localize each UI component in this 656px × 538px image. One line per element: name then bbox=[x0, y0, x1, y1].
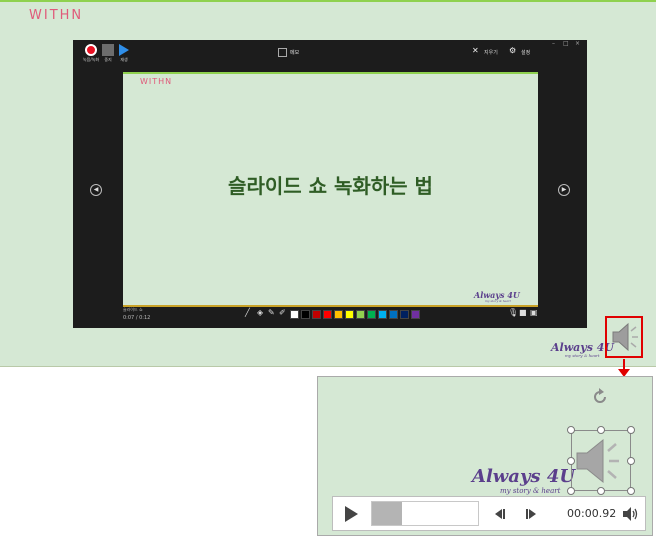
settings-label[interactable]: 설정 bbox=[521, 49, 530, 56]
media-control-bar: 00:00.92 bbox=[332, 496, 646, 531]
speaker-icon[interactable] bbox=[573, 434, 631, 488]
always4u-logo: Always 4U bbox=[472, 466, 576, 487]
withn-logo: WITHN bbox=[29, 8, 84, 23]
pen-color-swatch[interactable] bbox=[356, 310, 365, 319]
pen-color-swatch[interactable] bbox=[389, 310, 398, 319]
pen-color-swatch[interactable] bbox=[367, 310, 376, 319]
minimize-button[interactable]: – bbox=[552, 40, 555, 47]
slide-title: 슬라이드 쇼 녹화하는 법 bbox=[228, 174, 433, 198]
pen-color-swatch[interactable] bbox=[345, 310, 354, 319]
microphone-icon[interactable]: 🎙 bbox=[508, 308, 518, 317]
clear-label[interactable]: 지우기 bbox=[484, 49, 498, 56]
audio-icon-highlight[interactable] bbox=[605, 316, 643, 358]
recording-window: 녹음/녹화 중지 재생 메모 ✕ 지우기 ⚙ 설정 – □ × WITHN 슬라… bbox=[73, 40, 587, 328]
pen-color-swatch[interactable] bbox=[290, 310, 299, 319]
speaker-icon[interactable] bbox=[607, 318, 641, 356]
pen-color-swatch[interactable] bbox=[411, 310, 420, 319]
skip-back-icon[interactable] bbox=[491, 506, 507, 522]
progress-track[interactable] bbox=[371, 501, 479, 526]
play-icon bbox=[119, 44, 129, 56]
slide-status-label: 슬라이드 쇼 bbox=[123, 307, 143, 312]
eraser-icon[interactable]: ◈ bbox=[257, 308, 263, 317]
resize-handle[interactable] bbox=[597, 426, 605, 434]
zoomed-audio-panel: Always 4U my story & heart 00:00.92 bbox=[317, 376, 653, 536]
pen-color-swatch[interactable] bbox=[400, 310, 409, 319]
record-icon bbox=[85, 44, 98, 56]
resize-handle[interactable] bbox=[567, 426, 575, 434]
play-icon[interactable] bbox=[342, 505, 360, 523]
stop-button[interactable]: 중지 bbox=[102, 44, 114, 63]
next-slide-button[interactable]: ▶ bbox=[558, 184, 570, 196]
notes-label[interactable]: 메모 bbox=[290, 49, 299, 56]
brand-tagline: my story & heart bbox=[565, 353, 600, 358]
settings-icon[interactable]: ⚙ bbox=[509, 46, 516, 55]
play-button[interactable]: 재생 bbox=[119, 44, 129, 63]
rotate-handle-icon[interactable] bbox=[590, 387, 610, 407]
close-button[interactable]: × bbox=[575, 40, 580, 47]
volume-icon[interactable] bbox=[622, 506, 640, 522]
media-time: 00:00.92 bbox=[567, 507, 617, 520]
highlighter-icon[interactable]: ✐ bbox=[279, 308, 286, 317]
recorder-toolbar: 녹음/녹화 중지 재생 메모 ✕ 지우기 ⚙ 설정 – □ × bbox=[73, 40, 587, 70]
slide-preview: WITHN 슬라이드 쇼 녹화하는 법 Always 4U my story &… bbox=[123, 72, 538, 307]
camera-icon[interactable]: ■ bbox=[519, 308, 527, 317]
resize-handle[interactable] bbox=[567, 487, 575, 495]
notes-icon[interactable] bbox=[278, 48, 287, 57]
clear-icon[interactable]: ✕ bbox=[472, 46, 479, 55]
laser-pointer-icon[interactable]: ╱ bbox=[245, 308, 250, 317]
skip-forward-icon[interactable] bbox=[524, 506, 540, 522]
pen-color-swatch[interactable] bbox=[301, 310, 310, 319]
resize-handle[interactable] bbox=[627, 487, 635, 495]
pen-color-swatch[interactable] bbox=[312, 310, 321, 319]
brand-tagline: my story & heart bbox=[500, 487, 561, 495]
record-button[interactable]: 녹음/녹화 bbox=[83, 44, 99, 63]
resize-handle[interactable] bbox=[627, 426, 635, 434]
brand-tagline: my story & heart bbox=[485, 299, 511, 303]
maximize-button[interactable]: □ bbox=[563, 40, 569, 47]
pen-color-swatch[interactable] bbox=[323, 310, 332, 319]
pen-color-swatch[interactable] bbox=[334, 310, 343, 319]
pen-color-swatch[interactable] bbox=[378, 310, 387, 319]
resize-handle[interactable] bbox=[597, 487, 605, 495]
pen-icon[interactable]: ✎ bbox=[268, 308, 275, 317]
progress-fill bbox=[372, 502, 402, 525]
camera-preview-icon[interactable]: ▣ bbox=[530, 308, 538, 317]
prev-slide-button[interactable]: ◀ bbox=[90, 184, 102, 196]
stop-icon bbox=[102, 44, 114, 56]
recording-time: 0:07 / 0:12 bbox=[123, 315, 151, 321]
withn-logo: WITHN bbox=[140, 77, 173, 86]
